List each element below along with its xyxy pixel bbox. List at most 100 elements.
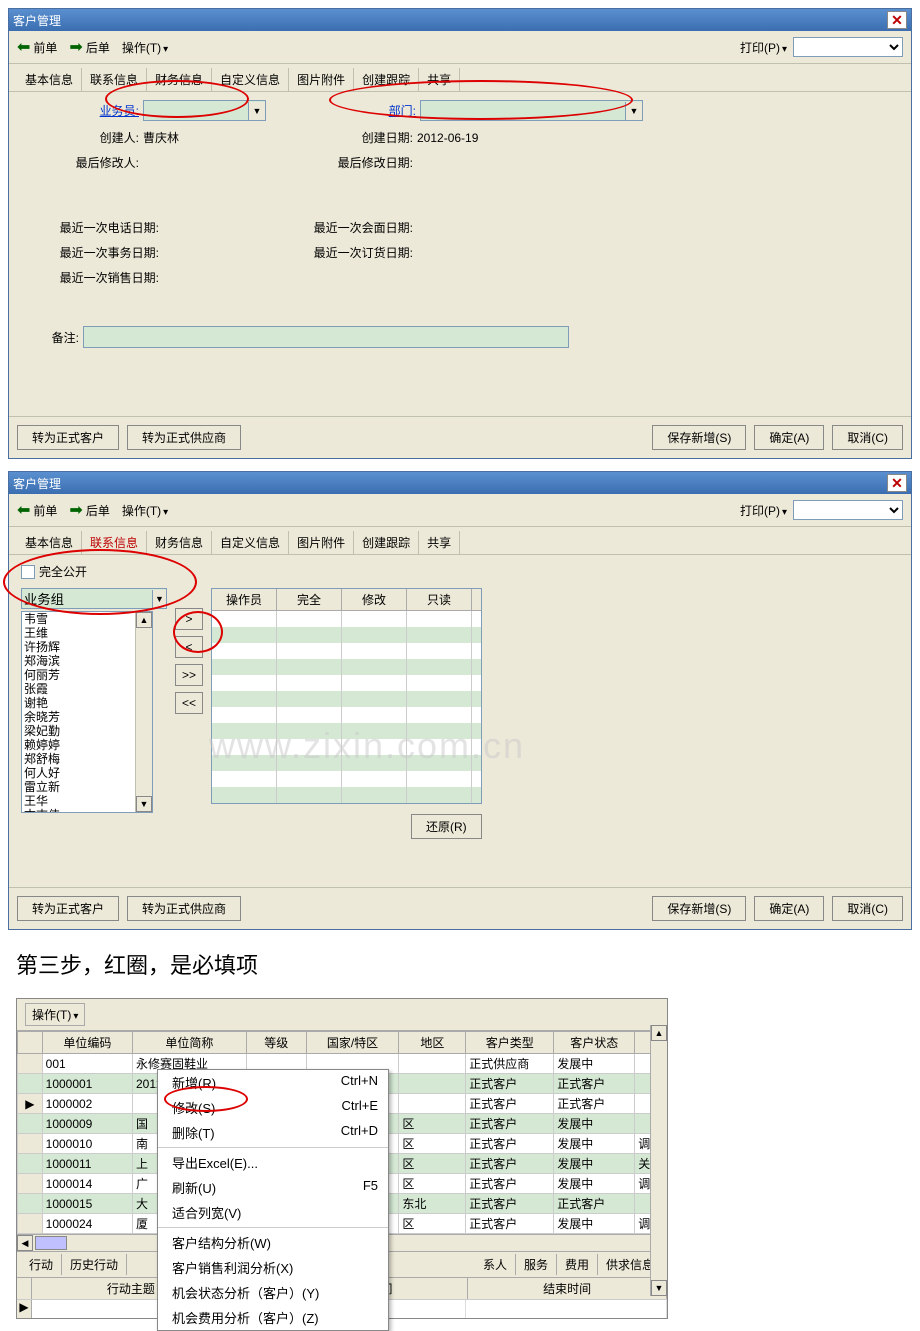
list-item[interactable]: 张霞 — [22, 682, 135, 696]
next-record-button[interactable]: ➡后单 — [69, 37, 109, 57]
save-new-button[interactable]: 保存新增(S) — [652, 896, 746, 921]
list-item[interactable]: 王维 — [22, 626, 135, 640]
th-country[interactable]: 国家/特区 — [306, 1032, 399, 1054]
public-checkbox[interactable] — [21, 565, 35, 579]
print-menu[interactable]: 打印(P) — [740, 39, 787, 56]
save-new-button[interactable]: 保存新增(S) — [652, 425, 746, 450]
btab-history[interactable]: 历史行动 — [62, 1254, 127, 1275]
scroll-thumb[interactable] — [35, 1236, 67, 1250]
list-item[interactable]: 何人好 — [22, 766, 135, 780]
tab-basic[interactable]: 基本信息 — [17, 531, 82, 554]
th-type[interactable]: 客户类型 — [466, 1032, 554, 1054]
list-item[interactable]: 梁妃勤 — [22, 724, 135, 738]
scroll-left-icon[interactable]: ◀ — [17, 1235, 33, 1251]
group-combo[interactable]: ▼ — [21, 588, 167, 609]
tab-share[interactable]: 共享 — [419, 68, 460, 91]
list-item[interactable]: 谢艳 — [22, 696, 135, 710]
restore-button[interactable]: 还原(R) — [411, 814, 482, 839]
salesman-input[interactable] — [144, 101, 248, 120]
tab-custom[interactable]: 自定义信息 — [212, 68, 289, 91]
scrollbar[interactable]: ▲ ▼ — [135, 612, 152, 812]
tab-contact[interactable]: 联系信息 — [82, 531, 147, 554]
confirm-button[interactable]: 确定(A) — [754, 425, 824, 450]
tab-attachment[interactable]: 图片附件 — [289, 68, 354, 91]
list-item[interactable]: 郑海滨 — [22, 654, 135, 668]
th-grade[interactable]: 等级 — [246, 1032, 306, 1054]
close-icon[interactable]: ✕ — [887, 11, 907, 29]
th-name[interactable]: 单位简称 — [133, 1032, 247, 1054]
tab-tracking[interactable]: 创建跟踪 — [354, 68, 419, 91]
list-item[interactable]: 余晓芳 — [22, 710, 135, 724]
tab-tracking[interactable]: 创建跟踪 — [354, 531, 419, 554]
th-region[interactable]: 地区 — [399, 1032, 466, 1054]
list-item[interactable]: 雷立新 — [22, 780, 135, 794]
ctx-edit[interactable]: 修改(S)Ctrl+E — [158, 1095, 388, 1120]
tab-contact[interactable]: 联系信息 — [82, 68, 147, 91]
confirm-button[interactable]: 确定(A) — [754, 896, 824, 921]
operations-menu[interactable]: 操作(T) — [25, 1003, 85, 1026]
btab-fee[interactable]: 费用 — [557, 1254, 598, 1275]
dropdown-icon[interactable]: ▼ — [248, 102, 265, 120]
tab-finance[interactable]: 财务信息 — [147, 68, 212, 91]
th-status[interactable]: 客户状态 — [554, 1032, 635, 1054]
vertical-scrollbar[interactable]: ▲ ▼ — [650, 1025, 667, 1296]
ctx-fitcol[interactable]: 适合列宽(V) — [158, 1200, 388, 1225]
list-item[interactable]: 韦雪 — [22, 612, 135, 626]
btab-action[interactable]: 行动 — [21, 1254, 62, 1275]
convert-supplier-button[interactable]: 转为正式供应商 — [127, 425, 241, 450]
ctx-profit[interactable]: 客户销售利润分析(X) — [158, 1255, 388, 1280]
btab-contact[interactable]: 系人 — [475, 1254, 516, 1275]
scroll-up-icon[interactable]: ▲ — [651, 1025, 667, 1041]
move-right-button[interactable]: > — [175, 608, 203, 630]
ctx-struct[interactable]: 客户结构分析(W) — [158, 1230, 388, 1255]
ctx-opp-cost[interactable]: 机会费用分析（客户）(Z) — [158, 1305, 388, 1330]
operations-menu[interactable]: 操作(T) — [122, 502, 168, 519]
prev-record-button[interactable]: ⬅前单 — [17, 37, 57, 57]
scroll-up-icon[interactable]: ▲ — [136, 612, 152, 628]
cancel-button[interactable]: 取消(C) — [832, 896, 903, 921]
ctx-opp-status[interactable]: 机会状态分析（客户）(Y) — [158, 1280, 388, 1305]
dept-combo[interactable]: ▼ — [420, 100, 643, 121]
group-input[interactable] — [22, 589, 152, 608]
convert-customer-button[interactable]: 转为正式客户 — [17, 425, 119, 450]
dept-input[interactable] — [421, 101, 625, 120]
list-item[interactable]: 古志伟 — [22, 808, 135, 812]
label-salesman[interactable]: 业务员: — [29, 102, 143, 119]
ctx-export[interactable]: 导出Excel(E)... — [158, 1150, 388, 1175]
tab-finance[interactable]: 财务信息 — [147, 531, 212, 554]
th-code[interactable]: 单位编码 — [42, 1032, 132, 1054]
move-all-left-button[interactable]: << — [175, 692, 203, 714]
people-listbox[interactable]: 韦雪王维许扬辉郑海滨何丽芳张霞谢艳余晓芳梁妃勤赖婷婷郑舒梅何人好雷立新王华古志伟… — [21, 611, 153, 813]
close-icon[interactable]: ✕ — [887, 474, 907, 492]
salesman-combo[interactable]: ▼ — [143, 100, 266, 121]
list-item[interactable]: 王华 — [22, 794, 135, 808]
ctx-refresh[interactable]: 刷新(U)F5 — [158, 1175, 388, 1200]
next-record-button[interactable]: ➡后单 — [69, 500, 109, 520]
convert-supplier-button[interactable]: 转为正式供应商 — [127, 896, 241, 921]
tab-basic[interactable]: 基本信息 — [17, 68, 82, 91]
list-item[interactable]: 赖婷婷 — [22, 738, 135, 752]
tab-custom[interactable]: 自定义信息 — [212, 531, 289, 554]
cancel-button[interactable]: 取消(C) — [832, 425, 903, 450]
tab-attachment[interactable]: 图片附件 — [289, 531, 354, 554]
print-select[interactable] — [793, 500, 903, 520]
list-item[interactable]: 许扬辉 — [22, 640, 135, 654]
dropdown-icon[interactable]: ▼ — [625, 102, 642, 120]
prev-record-button[interactable]: ⬅前单 — [17, 500, 57, 520]
tab-share[interactable]: 共享 — [419, 531, 460, 554]
list-item[interactable]: 何丽芳 — [22, 668, 135, 682]
list-item[interactable]: 郑舒梅 — [22, 752, 135, 766]
convert-customer-button[interactable]: 转为正式客户 — [17, 896, 119, 921]
remark-input[interactable] — [83, 326, 569, 348]
ctx-delete[interactable]: 删除(T)Ctrl+D — [158, 1120, 388, 1145]
ctx-new[interactable]: 新增(R)Ctrl+N — [158, 1070, 388, 1095]
move-all-right-button[interactable]: >> — [175, 664, 203, 686]
dropdown-icon[interactable]: ▼ — [152, 590, 166, 608]
print-select[interactable] — [793, 37, 903, 57]
label-dept[interactable]: 部门: — [326, 102, 420, 119]
scroll-down-icon[interactable]: ▼ — [136, 796, 152, 812]
print-menu[interactable]: 打印(P) — [740, 502, 787, 519]
btab-service[interactable]: 服务 — [516, 1254, 557, 1275]
operations-menu[interactable]: 操作(T) — [122, 39, 168, 56]
move-left-button[interactable]: < — [175, 636, 203, 658]
